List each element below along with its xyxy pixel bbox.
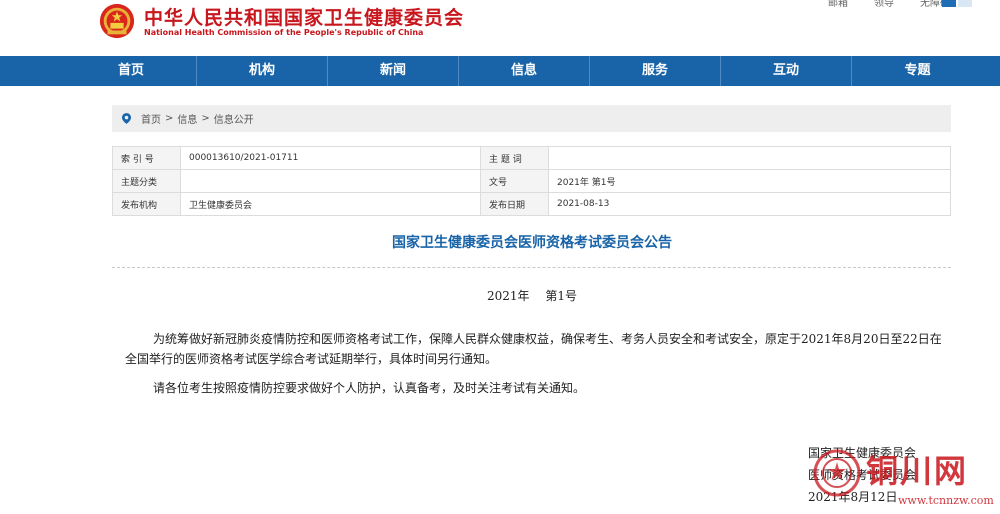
date-label: 发布日期 — [480, 192, 549, 216]
site-title-en: National Health Commission of the People… — [144, 28, 424, 37]
language-tab-chinese[interactable] — [942, 0, 956, 7]
table-row: 发布机构 卫生健康委员会 发布日期 2021-08-13 — [112, 192, 951, 216]
subject-label: 主 题 词 — [480, 146, 549, 170]
nav-news[interactable]: 新闻 — [328, 56, 459, 86]
national-emblem-icon[interactable] — [98, 2, 136, 40]
table-row: 主题分类 文号 2021年 第1号 — [112, 169, 951, 193]
breadcrumb-separator: > — [201, 113, 210, 124]
top-link-leaders[interactable]: 领导 — [874, 0, 894, 9]
nav-organization[interactable]: 机构 — [197, 56, 328, 86]
site-watermark: 铜川网 www.tcnnzw.com — [806, 444, 998, 512]
publisher-label: 发布机构 — [112, 192, 181, 216]
nav-interaction[interactable]: 互动 — [721, 56, 852, 86]
language-tab-english[interactable] — [958, 0, 972, 7]
main-nav: 首页 机构 新闻 信息 服务 互动 专题 — [0, 56, 1000, 86]
watermark-seal-icon — [813, 449, 861, 497]
publisher-value: 卫生健康委员会 — [180, 192, 481, 216]
category-label: 主题分类 — [112, 169, 181, 193]
site-title[interactable]: 中华人民共和国国家卫生健康委员会 — [144, 3, 464, 30]
subject-value — [548, 146, 951, 170]
index-value: 000013610/2021-01711 — [180, 146, 481, 170]
breadcrumb-information[interactable]: 信息 — [177, 111, 197, 126]
nav-home[interactable]: 首页 — [66, 56, 197, 86]
article-doc-number: 2021年 第1号 — [487, 289, 577, 303]
table-row: 索 引 号 000013610/2021-01711 主 题 词 — [112, 146, 951, 170]
top-links: 邮箱 领导 无障碍 — [828, 0, 950, 9]
nav-topics[interactable]: 专题 — [852, 56, 983, 86]
date-value: 2021-08-13 — [548, 192, 951, 216]
docno-label: 文号 — [480, 169, 549, 193]
article-paragraph-1: 为统筹做好新冠肺炎疫情防控和医师资格考试工作，保障人民群众健康权益，确保考生、考… — [125, 332, 942, 366]
breadcrumb-home[interactable]: 首页 — [141, 111, 161, 126]
article-title: 国家卫生健康委员会医师资格考试委员会公告 — [392, 235, 672, 251]
nav-information[interactable]: 信息 — [459, 56, 590, 86]
watermark-url: www.tcnnzw.com — [898, 494, 994, 507]
category-value — [180, 169, 481, 193]
nav-services[interactable]: 服务 — [590, 56, 721, 86]
index-label: 索 引 号 — [112, 146, 181, 170]
docno-value: 2021年 第1号 — [548, 169, 951, 193]
breadcrumb-separator: > — [165, 113, 174, 124]
breadcrumb-disclosure[interactable]: 信息公开 — [214, 111, 254, 126]
document-meta-table: 索 引 号 000013610/2021-01711 主 题 词 主题分类 文号… — [112, 146, 951, 216]
top-link-mail[interactable]: 邮箱 — [828, 0, 848, 9]
site-header: 中华人民共和国国家卫生健康委员会 National Health Commiss… — [0, 0, 1000, 56]
watermark-text: 铜川网 — [866, 452, 969, 490]
breadcrumb: 首页 > 信息 > 信息公开 — [112, 105, 951, 132]
title-divider — [112, 267, 951, 268]
article-paragraph-2: 请各位考生按照疫情防控要求做好个人防护，认真备考，及时关注考试有关通知。 — [153, 381, 586, 395]
location-pin-icon — [122, 113, 131, 124]
